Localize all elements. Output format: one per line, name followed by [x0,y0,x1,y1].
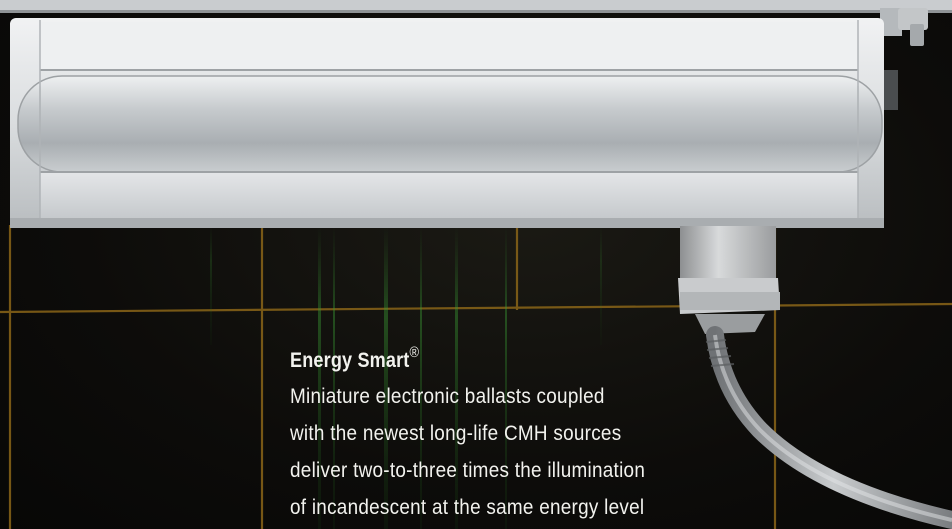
caption-line-3: deliver two-to-three times the illuminat… [290,459,646,482]
caption-line-2: with the newest long-life CMH sources [290,422,622,445]
caption-line-1: Miniature electronic ballasts coupled [290,385,605,408]
fixture-body [10,18,884,228]
product-photo: Energy Smart® Miniature electronic balla… [0,0,952,529]
registered-mark: ® [409,344,420,361]
caption-block: Energy Smart® Miniature electronic balla… [290,338,760,526]
connector-neck [678,226,780,334]
caption-title-text: Energy Smart [290,349,410,372]
caption-line-4: of incandescent at the same energy level [290,496,645,519]
caption-title: Energy Smart® [290,338,694,378]
